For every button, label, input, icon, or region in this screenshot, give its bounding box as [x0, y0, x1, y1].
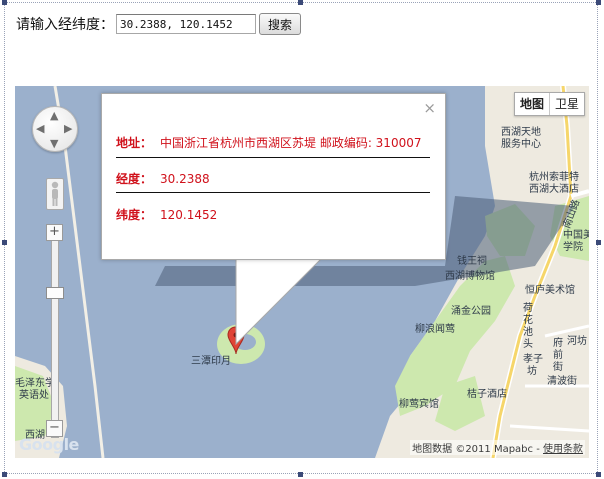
- pan-right-icon[interactable]: ▶: [64, 123, 72, 134]
- map-label: 头: [523, 339, 533, 350]
- info-address-row: 地址： 中国浙江省杭州市西湖区苏堤 邮政编码: 310007: [116, 134, 421, 151]
- info-divider: [116, 192, 430, 193]
- map-type-map-button[interactable]: 地图: [514, 93, 550, 115]
- resize-handle-left[interactable]: [2, 240, 7, 245]
- map-label: 桔子酒店: [467, 389, 507, 400]
- info-latitude-row: 经度： 30.2388: [116, 170, 210, 187]
- resize-handle-bottom[interactable]: [298, 472, 303, 477]
- pan-control[interactable]: ▲ ▼ ◀ ▶: [32, 106, 78, 152]
- map-label: 西湖大酒店: [529, 184, 579, 195]
- terms-of-use-link[interactable]: 使用条款: [543, 444, 583, 455]
- resize-handle-bottom-left[interactable]: [2, 472, 7, 477]
- close-icon[interactable]: ×: [423, 99, 436, 117]
- map-label: 恒庐美术馆: [525, 285, 575, 296]
- latitude-label: 经度：: [116, 172, 153, 186]
- search-row: 请输入经纬度： 搜索: [16, 12, 301, 36]
- map-label: 学院: [563, 242, 583, 253]
- map-type-control: 地图 卫星: [513, 92, 585, 116]
- zoom-slider-track[interactable]: [51, 236, 59, 438]
- info-divider: [116, 157, 430, 158]
- search-button[interactable]: 搜索: [259, 13, 301, 35]
- map-label: 街: [553, 362, 563, 373]
- search-label: 请输入经纬度：: [16, 17, 114, 33]
- info-longitude-row: 纬度： 120.1452: [116, 206, 217, 223]
- map-label: 柳莺宾馆: [399, 399, 439, 410]
- pan-up-icon[interactable]: ▲: [50, 110, 58, 121]
- map-label: 服务中心: [501, 139, 541, 150]
- map-label: 清波街: [547, 376, 577, 387]
- address-value: 中国浙江省杭州市西湖区苏堤 邮政编码: 310007: [160, 136, 422, 150]
- google-logo: Google: [19, 435, 79, 454]
- zoom-in-button[interactable]: +: [46, 224, 63, 241]
- address-label: 地址：: [116, 136, 153, 150]
- zoom-slider-thumb[interactable]: [46, 287, 64, 299]
- resize-handle-bottom-right[interactable]: [596, 472, 601, 477]
- longitude-label: 纬度：: [116, 208, 153, 222]
- map-label: 三潭印月: [191, 356, 231, 367]
- resize-handle-right[interactable]: [596, 240, 601, 245]
- map-type-satellite-button[interactable]: 卫星: [549, 93, 584, 115]
- map-label: 柳浪闻莺: [415, 324, 455, 335]
- resize-handle-top[interactable]: [298, 0, 303, 5]
- pan-down-icon[interactable]: ▼: [50, 138, 58, 149]
- map-copyright: 地图数据 ©2011 Mapabc - 使用条款: [410, 440, 585, 455]
- street-view-pegman-icon[interactable]: [46, 178, 64, 210]
- info-window: × 地址： 中国浙江省杭州市西湖区苏堤 邮政编码: 310007 经度： 30.23…: [101, 93, 446, 260]
- location-marker-icon[interactable]: [227, 326, 245, 356]
- map-label: 西湖博物馆: [445, 271, 495, 282]
- latitude-value: 30.2388: [160, 172, 210, 186]
- longitude-value: 120.1452: [160, 208, 218, 222]
- map-label: 涌金公园: [451, 306, 491, 317]
- coordinate-input[interactable]: [116, 14, 256, 34]
- copyright-text: 地图数据 ©2011 Mapabc -: [412, 444, 543, 455]
- map-label: 英语处: [19, 390, 49, 401]
- map-label: 钱王祠: [457, 256, 487, 267]
- map-label: 坊: [527, 366, 537, 377]
- resize-handle-top-left[interactable]: [2, 0, 7, 5]
- map-label: 河坊: [567, 336, 587, 347]
- resize-handle-top-right[interactable]: [596, 0, 601, 5]
- pan-left-icon[interactable]: ◀: [36, 123, 44, 134]
